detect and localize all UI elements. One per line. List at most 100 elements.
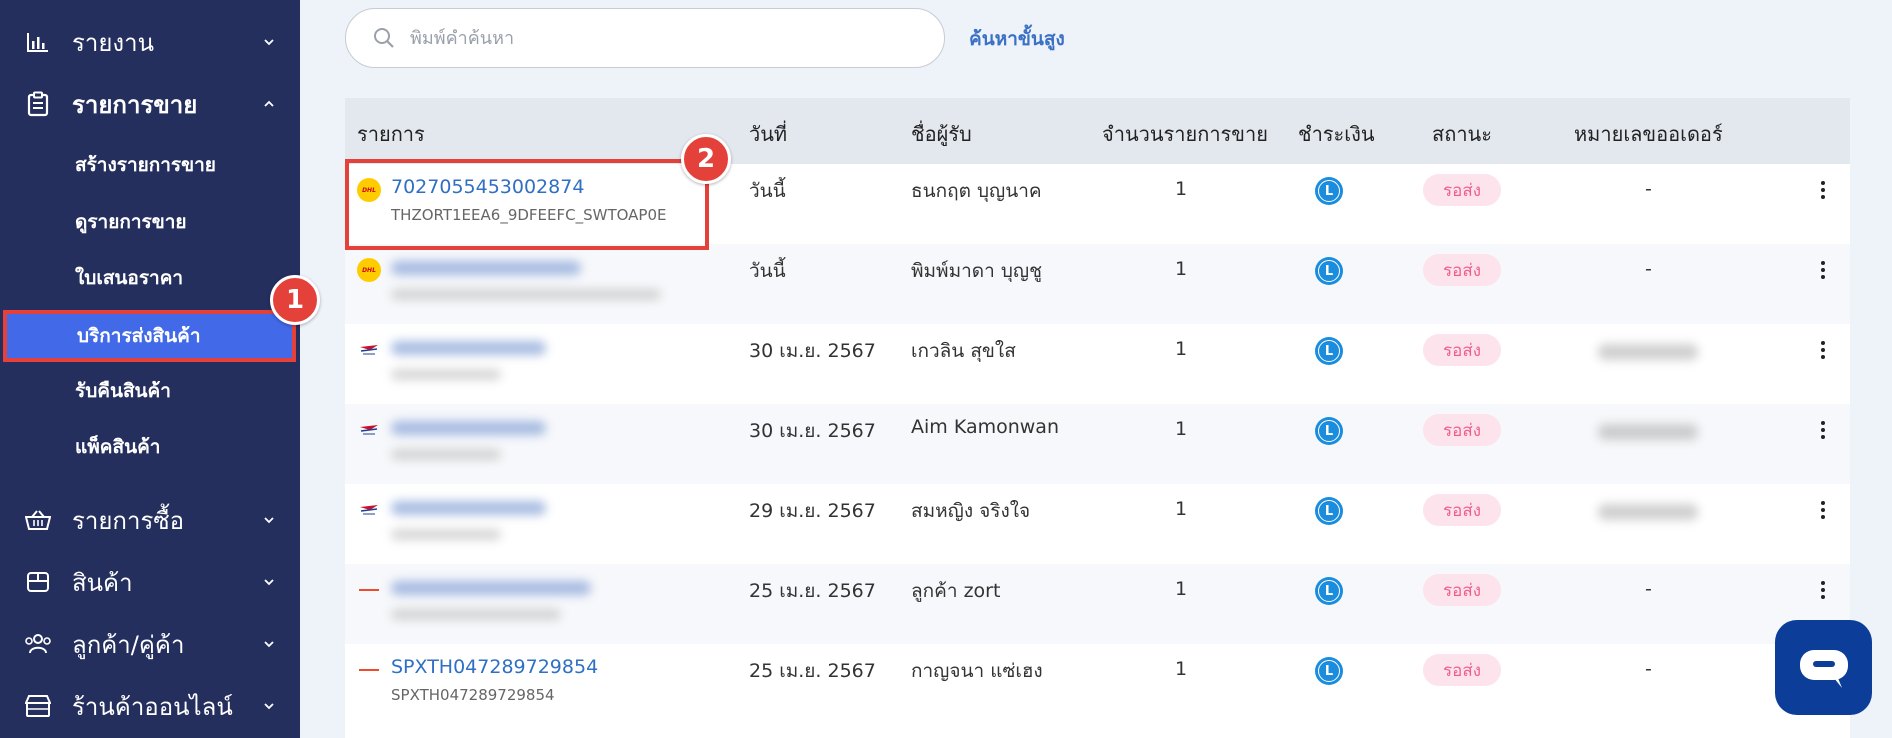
chevron-down-icon [264,703,274,710]
payment-status-icon-letter: L [1318,420,1340,442]
table-row[interactable]: DHL วันนี้ พิมพ์มาดา บุญชู 1 L รอส่ง - [345,244,1850,324]
chat-button[interactable] [1775,620,1872,715]
order-number-cell: - [1645,178,1652,200]
annotation-number-1: 1 [270,275,320,325]
payment-status-icon-letter: L [1318,260,1340,282]
recipient-cell: พิมพ์มาดา บุญชู [911,260,1042,282]
recipient-cell: กาญจนา แซ่เฮง [911,660,1043,682]
search-box [345,8,945,68]
payment-status-icon: L [1315,497,1343,525]
sub-item-shipping-service[interactable]: บริการส่งสินค้า [3,310,296,362]
column-header-quantity[interactable]: จำนวนรายการขาย [1102,118,1268,150]
status-badge: รอส่ง [1423,334,1501,366]
sub-item-returns[interactable]: รับคืนสินค้า [0,367,300,415]
column-header-payment[interactable]: ชำระเงิน [1298,118,1375,150]
recipient-cell: Aim Kamonwan [911,416,1059,438]
nav-item-label: รายการขาย [72,90,198,119]
recipient-cell: เกวลิน สุขใส [911,340,1016,362]
table-row[interactable]: 25 เม.ย. 2567 ลูกค้า zort 1 L รอส่ง - [345,564,1850,644]
status-badge: รอส่ง [1423,254,1501,286]
quantity-cell: 1 [1175,338,1188,360]
date-cell: 30 เม.ย. 2567 [749,420,876,442]
column-header-item[interactable]: รายการ [357,118,425,150]
search-icon [374,28,394,48]
payment-status-icon-letter: L [1318,580,1340,602]
clipboard-icon [24,90,52,118]
blurred-tracking-number [391,581,591,595]
sub-item-packing[interactable]: แพ็คสินค้า [0,423,300,471]
carrier-logo-text: DHL [362,266,376,274]
nav-item-customers[interactable]: ลูกค้า/คู่ค้า [0,614,300,674]
thai-post-logo-icon [357,498,381,522]
nav-item-purchases[interactable]: รายการซื้อ [0,490,300,550]
payment-status-icon: L [1315,337,1343,365]
order-number-cell: - [1645,658,1652,680]
annotation-number-2: 2 [681,134,731,184]
more-options-icon[interactable] [1813,578,1833,602]
reference-code: SPXTH047289729854 [391,686,555,704]
chevron-up-icon [264,100,274,107]
column-header-order-number[interactable]: หมายเลขออเดอร์ [1574,118,1723,150]
nav-item-label: สินค้า [72,568,133,597]
table-row[interactable]: 30 เม.ย. 2567 Aim Kamonwan 1 L รอส่ง [345,404,1850,484]
table-header: รายการ วันที่ ชื่อผู้รับ จำนวนรายการขาย … [345,98,1850,164]
chat-bubble-icon [1799,649,1848,688]
table-row[interactable]: 30 เม.ย. 2567 เกวลิน สุขใส 1 L รอส่ง [345,324,1850,404]
order-number-cell: - [1645,258,1652,280]
bar-chart-icon [24,28,52,56]
sub-item-label: บริการส่งสินค้า [77,325,201,347]
tracking-number-link[interactable]: SPXTH047289729854 [391,656,598,678]
column-header-date[interactable]: วันที่ [749,118,787,150]
table-row[interactable]: SPXTH047289729854 SPXTH047289729854 25 เ… [345,644,1850,724]
column-header-status[interactable]: สถานะ [1432,118,1492,150]
sub-item-label: รับคืนสินค้า [75,380,171,402]
status-badge: รอส่ง [1423,174,1501,206]
highlight-box-tracking [345,159,709,250]
sidebar: รายงาน รายการขาย สร้างรายการขาย ดูรายการ… [0,0,300,738]
status-badge: รอส่ง [1423,414,1501,446]
more-options-icon[interactable] [1813,338,1833,362]
sub-item-create-sale[interactable]: สร้างรายการขาย [0,141,300,189]
date-cell: 25 เม.ย. 2567 [749,660,876,682]
more-options-icon[interactable] [1813,258,1833,282]
recipient-cell: ลูกค้า zort [911,580,1001,602]
blurred-order-number [1598,424,1698,440]
nav-item-reports[interactable]: รายงาน [0,12,300,72]
sub-item-label: ใบเสนอราคา [75,267,184,289]
blurred-tracking-number [391,421,546,435]
blurred-order-number [1598,344,1698,360]
more-options-icon[interactable] [1813,498,1833,522]
quantity-cell: 1 [1175,578,1188,600]
sub-item-quotation[interactable]: ใบเสนอราคา [0,254,300,302]
sub-item-view-sales[interactable]: ดูรายการขาย [0,198,300,246]
box-icon [24,568,52,596]
search-input[interactable] [410,21,910,55]
blurred-tracking-number [391,501,546,515]
nav-item-sales[interactable]: รายการขาย [0,74,300,134]
nav-item-online-store[interactable]: ร้านค้าออนไลน์ [0,676,300,736]
more-options-icon[interactable] [1813,418,1833,442]
blurred-order-number [1598,504,1698,520]
payment-status-icon-letter: L [1318,660,1340,682]
quantity-cell: 1 [1175,418,1188,440]
dhl-logo-icon: DHL [357,258,381,282]
nav-item-products[interactable]: สินค้า [0,552,300,612]
nav-item-label: รายการซื้อ [72,506,185,535]
blurred-reference-code [391,609,561,620]
status-badge: รอส่ง [1423,654,1501,686]
thai-post-logo-icon [357,418,381,442]
quantity-cell: 1 [1175,258,1188,280]
quantity-cell: 1 [1175,178,1188,200]
date-cell: 25 เม.ย. 2567 [749,580,876,602]
blurred-tracking-number [391,341,546,355]
date-cell: วันนี้ [749,180,786,202]
more-options-icon[interactable] [1813,178,1833,202]
nav-item-label: รายงาน [72,28,155,57]
advanced-search-link[interactable]: ค้นหาขั้นสูง [969,24,1065,54]
table-row[interactable]: 29 เม.ย. 2567 สมหญิง จริงใจ 1 L รอส่ง [345,484,1850,564]
spx-logo-icon [357,578,381,602]
recipient-cell: ธนกฤต บุญนาค [911,180,1042,202]
date-cell: 29 เม.ย. 2567 [749,500,876,522]
blurred-reference-code [391,369,501,380]
column-header-recipient[interactable]: ชื่อผู้รับ [911,118,972,150]
